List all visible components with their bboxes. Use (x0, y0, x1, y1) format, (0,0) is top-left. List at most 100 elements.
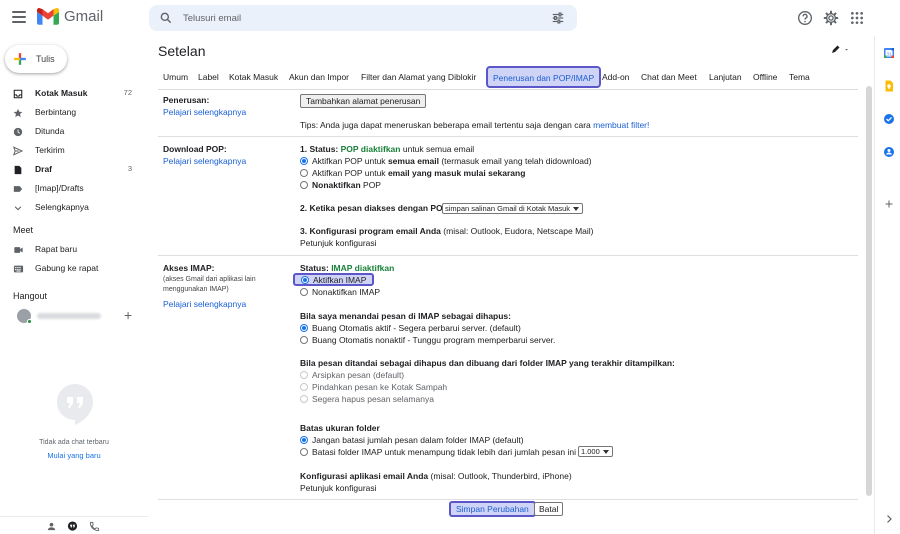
imap-archive-option[interactable]: Arsipkan pesan (default) (300, 369, 404, 381)
get-addons-plus-icon[interactable] (883, 198, 895, 210)
compose-label: Tulis (36, 54, 55, 64)
search-bar[interactable] (149, 5, 577, 31)
pop-option-all-mail[interactable]: Aktifkan POP untuk semua email (termasuk… (300, 155, 592, 167)
sidebar-item-snoozed[interactable]: Ditunda (0, 122, 148, 141)
radio-dot[interactable] (300, 448, 308, 456)
pop-option-disable[interactable]: Nonaktifkan POP (300, 179, 381, 191)
meet-new-meeting[interactable]: Rapat baru (0, 240, 148, 259)
imap-config: Konfigurasi aplikasi email Anda (misal: … (300, 471, 572, 481)
tab-labels[interactable]: Label (198, 72, 219, 82)
imap-status: Status: IMAP diaktifkan (300, 263, 394, 273)
scrollbar[interactable] (866, 86, 872, 496)
imap-disable-label: Nonaktifkan IMAP (312, 287, 381, 297)
tasks-icon[interactable] (883, 113, 895, 125)
contacts-icon[interactable] (46, 521, 57, 532)
sidebar-item-drafts[interactable]: Draf 3 (0, 160, 148, 179)
tab-accounts-import[interactable]: Akun dan Impor (289, 72, 349, 82)
imap-folder-limit-select[interactable]: 1.000 (578, 446, 613, 457)
expand-panel-chevron-icon[interactable] (883, 513, 895, 525)
radio-dot[interactable] (301, 275, 309, 284)
imap-enable-label: Aktifkan IMAP (313, 274, 367, 285)
pop-config-instructions-link[interactable]: Petunjuk konfigurasi (300, 238, 377, 248)
phone-icon[interactable] (89, 521, 100, 532)
add-forwarding-address-button[interactable]: Tambahkan alamat penerusan (300, 94, 427, 108)
imap-config-instructions-link[interactable]: Petunjuk konfigurasi (300, 483, 377, 493)
imap-status-value: IMAP diaktifkan (331, 263, 395, 273)
pop-step3-note: (misal: Outlook, Eudora, Netscape Mail) (443, 226, 594, 236)
radio-dot[interactable] (300, 169, 308, 177)
pop-option-prefix: Aktifkan POP untuk (312, 168, 386, 178)
pop-access-action-select[interactable]: simpan salinan Gmail di Kotak Masuk (442, 203, 584, 214)
search-options-icon[interactable] (551, 11, 565, 25)
create-filter-link[interactable]: membuat filter! (593, 120, 649, 130)
cancel-button[interactable]: Batal (534, 502, 564, 516)
label-icon (13, 186, 23, 192)
tab-forwarding-pop-imap[interactable]: Penerusan dan POP/IMAP (486, 66, 602, 88)
imap-learn-more-link[interactable]: Pelajari selengkapnya (163, 299, 246, 309)
imap-sub-description: (akses Gmail dari aplikasi lain mengguna… (163, 276, 256, 293)
sidebar-item-sent[interactable]: Terkirim (0, 141, 148, 160)
help-icon[interactable] (797, 10, 813, 26)
tab-filters-blocked[interactable]: Filter dan Alamat yang Diblokir (361, 72, 476, 82)
radio-dot[interactable] (300, 436, 308, 444)
forwarding-learn-more-link[interactable]: Pelajari selengkapnya (163, 107, 246, 117)
tab-addons[interactable]: Add-on (602, 72, 629, 82)
calendar-icon[interactable]: 31 (883, 47, 895, 59)
hangout-user[interactable] (15, 308, 135, 324)
contacts-app-icon[interactable] (883, 146, 895, 158)
apps-grid-icon[interactable] (849, 10, 865, 26)
settings-tabs: Umum Label Kotak Masuk Akun dan Impor Fi… (149, 66, 866, 90)
imap-delete-forever-label: Segera hapus pesan selamanya (312, 394, 434, 404)
save-changes-button[interactable]: Simpan Perubahan (449, 501, 536, 517)
pop-option-from-now[interactable]: Aktifkan POP untuk email yang masuk mula… (300, 167, 525, 179)
tab-themes[interactable]: Tema (789, 72, 810, 82)
sidebar-item-more[interactable]: Selengkapnya (0, 198, 148, 217)
imap-disable-option[interactable]: Nonaktifkan IMAP (300, 286, 380, 298)
radio-dot[interactable] (300, 157, 308, 165)
meet-join-meeting[interactable]: Gabung ke rapat (0, 259, 148, 278)
radio-dot[interactable] (300, 395, 308, 403)
add-hangout-plus-icon[interactable]: + (124, 307, 132, 323)
imap-limit-option[interactable]: Batasi folder IMAP untuk menampung tidak… (300, 446, 576, 458)
keep-icon[interactable] (883, 80, 895, 92)
side-panel: 31 (874, 36, 900, 534)
tab-offline[interactable]: Offline (753, 72, 777, 82)
tab-inbox[interactable]: Kotak Masuk (229, 72, 278, 82)
radio-dot[interactable] (300, 371, 308, 379)
tab-advanced[interactable]: Lanjutan (709, 72, 742, 82)
meet-new-meeting-label: Rapat baru (35, 244, 78, 254)
top-bar: Gmail (0, 0, 900, 36)
radio-dot[interactable] (300, 288, 308, 296)
pop-learn-more-link[interactable]: Pelajari selengkapnya (163, 156, 246, 166)
radio-dot[interactable] (300, 383, 308, 391)
imap-trash-option[interactable]: Pindahkan pesan ke Kotak Sampah (300, 381, 447, 393)
input-tools-pen-icon[interactable] (830, 44, 850, 56)
radio-dot[interactable] (300, 324, 308, 332)
sidebar-bottom-bar (0, 516, 148, 534)
sidebar-item-label: Kotak Masuk (35, 88, 88, 98)
imap-no-limit-option[interactable]: Jangan batasi jumlah pesan dalam folder … (300, 434, 524, 446)
main-menu-icon[interactable] (12, 11, 26, 23)
hangouts-icon[interactable] (67, 521, 78, 532)
imap-expunge-on-option[interactable]: Buang Otomatis aktif - Segera perbarui s… (300, 322, 521, 334)
imap-expunged-title: Bila pesan ditandai sebagai dihapus dan … (300, 358, 675, 368)
tab-general[interactable]: Umum (163, 72, 188, 82)
gmail-logo[interactable]: Gmail (37, 8, 103, 25)
start-new-chat-link[interactable]: Mulai yang baru (0, 451, 148, 460)
sidebar-item-starred[interactable]: Berbintang (0, 103, 148, 122)
sidebar-item-inbox[interactable]: Kotak Masuk 72 (0, 84, 148, 103)
search-input[interactable] (183, 10, 523, 26)
sidebar-item-imap-drafts[interactable]: [Imap]/Drafts (0, 179, 148, 198)
imap-delete-forever-option[interactable]: Segera hapus pesan selamanya (300, 393, 434, 405)
star-icon (13, 108, 23, 118)
imap-enable-option[interactable]: Aktifkan IMAP (293, 273, 375, 286)
search-icon[interactable] (159, 11, 173, 25)
settings-gear-icon[interactable] (823, 10, 839, 26)
radio-dot[interactable] (300, 181, 308, 189)
imap-expunge-off-option[interactable]: Buang Otomatis nonaktif - Tunggu program… (300, 334, 555, 346)
sidebar-item-label: Berbintang (35, 107, 77, 117)
tab-chat-meet[interactable]: Chat dan Meet (641, 72, 697, 82)
radio-dot[interactable] (300, 336, 308, 344)
draft-count: 3 (127, 164, 132, 173)
compose-button[interactable]: Tulis (5, 45, 67, 73)
